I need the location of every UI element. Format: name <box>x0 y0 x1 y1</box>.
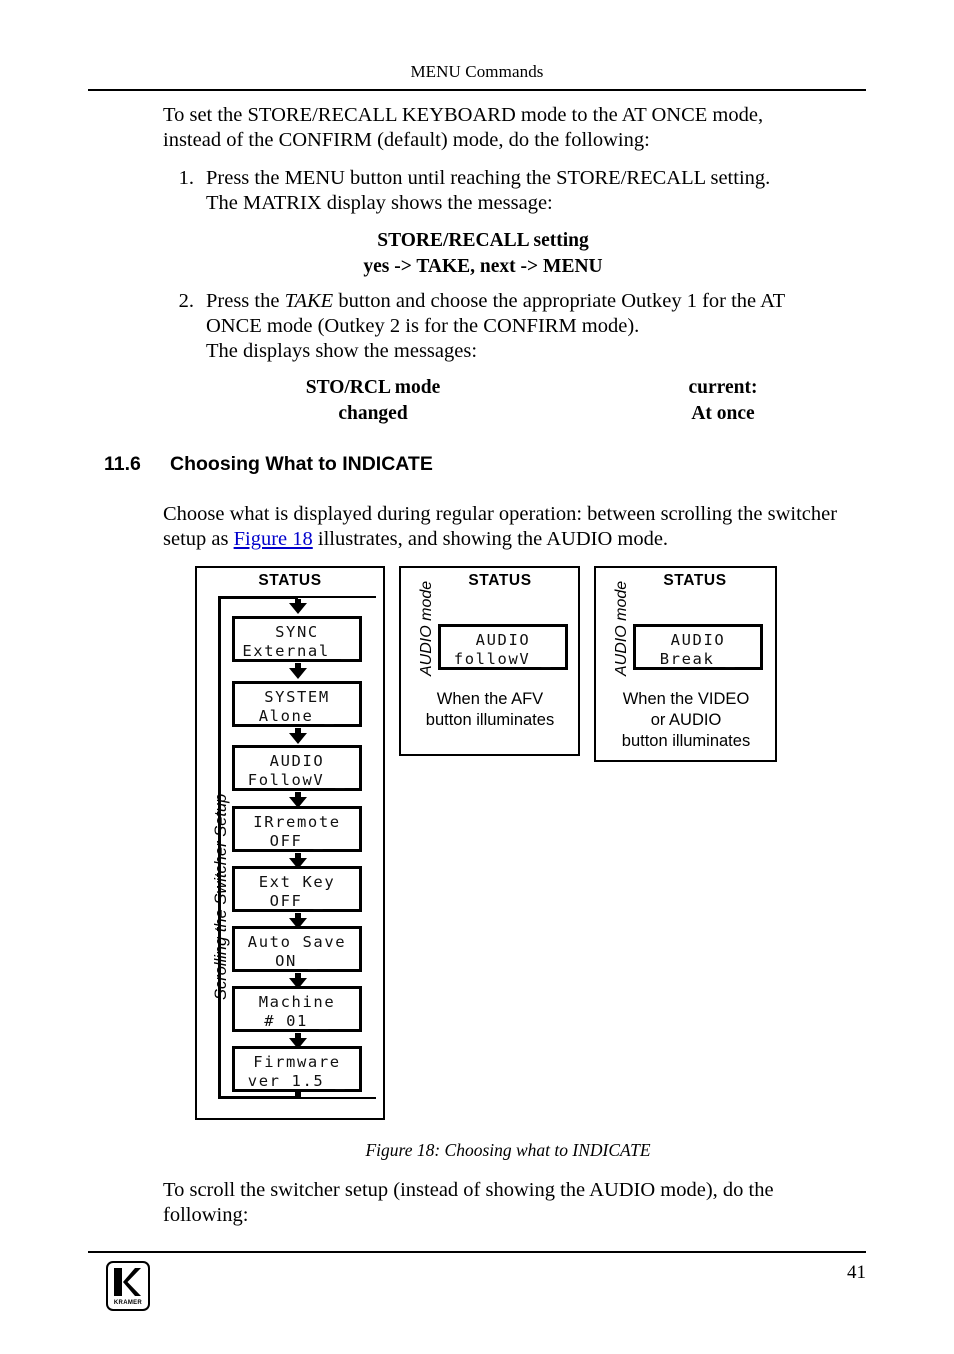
left-screen-6: Auto Save ON _ <box>232 926 362 972</box>
step-1-number: 1. <box>178 167 194 189</box>
section-heading: 11.6 Choosing What to INDICATE <box>104 453 433 476</box>
display-message-2-left: STO/RCL mode changed <box>163 375 583 427</box>
loop-top-segment <box>218 596 298 599</box>
left-screen-3: AUDIO FollowV _ <box>232 745 362 791</box>
closing-paragraph: To scroll the switcher setup (instead of… <box>163 1178 853 1228</box>
figure-left-panel <box>195 566 385 1120</box>
right-panel-caption: When the VIDEO or AUDIO button illuminat… <box>600 689 772 752</box>
figure-caption: Figure 18: Choosing what to INDICATE <box>365 1140 651 1160</box>
left-screen-5-line-2: OFF _ <box>269 892 325 910</box>
left-screen-7-line-2: # 01 _ <box>264 1012 330 1030</box>
figure-left-inner-frame <box>218 596 376 1099</box>
left-screen-2-line-1: SYSTEM <box>264 688 330 706</box>
step-2-line-1-pre: Press the <box>206 290 285 312</box>
left-screen-4-line-1: IRremote <box>253 813 341 831</box>
mid-panel-caption-line-2: button illuminates <box>425 711 555 729</box>
footer-divider <box>88 1251 866 1253</box>
closing-line-1: To scroll the switcher setup (instead of… <box>163 1179 774 1201</box>
section-title: Choosing What to INDICATE <box>170 453 433 475</box>
kramer-k-icon <box>114 1268 141 1296</box>
left-screen-1-line-2: External _ <box>242 642 352 660</box>
mid-panel-status-label: STATUS <box>468 572 532 589</box>
section-body-post: illustrates, and showing the AUDIO mode. <box>312 528 669 550</box>
mid-panel-caption-line-1: When the AFV <box>436 690 544 708</box>
closing-line-2: following: <box>163 1204 249 1226</box>
intro-line-2: instead of the CONFIRM (default) mode, d… <box>163 129 650 151</box>
left-screen-8: Firmware ver 1.5 _ <box>232 1046 362 1092</box>
display-message-1-line-2: yes -> TAKE, next -> MENU <box>363 256 603 277</box>
section-number: 11.6 <box>104 453 141 475</box>
left-screen-1-line-1: SYNC <box>275 623 319 641</box>
left-screen-2-line-2: Alone _ <box>258 707 336 725</box>
left-screen-2: SYSTEM Alone _ <box>232 681 362 727</box>
left-screen-1: SYNC External _ <box>232 616 362 662</box>
left-screen-3-line-1: AUDIO <box>269 752 325 770</box>
mid-panel-screen-line-1: AUDIO <box>475 631 531 649</box>
step-2-line-3: The displays show the messages: <box>206 340 478 362</box>
step-2-line-2: ONCE mode (Outkey 2 is for the CONFIRM m… <box>206 315 640 337</box>
step-2-emphasis: TAKE <box>284 290 334 312</box>
display-message-2-right-line-2: At once <box>691 403 755 424</box>
left-screen-3-line-2: FollowV _ <box>247 771 347 789</box>
right-panel-status-label: STATUS <box>663 572 727 589</box>
header-divider <box>88 89 866 91</box>
step-item-2: 2. Press the TAKE button and choose the … <box>166 289 856 364</box>
intro-line-1: To set the STORE/RECALL KEYBOARD mode to… <box>163 104 764 126</box>
display-message-2: STO/RCL mode changed current: At once <box>163 375 863 427</box>
page-header: MENU Commands <box>88 62 866 82</box>
right-panel-screen-line-1: AUDIO <box>670 631 726 649</box>
figure-right-panel <box>594 566 777 762</box>
right-panel-screen-line-2: Break _ <box>659 650 737 668</box>
right-panel-caption-line-2: or AUDIO <box>650 711 722 729</box>
section-body-paragraph: Choose what is displayed during regular … <box>163 502 853 552</box>
left-screen-4-line-2: OFF _ <box>269 832 325 850</box>
right-panel-caption-line-1: When the VIDEO <box>622 690 750 708</box>
page-number: 41 <box>847 1262 866 1283</box>
header-title: MENU Commands <box>410 62 544 81</box>
left-screen-5-line-1: Ext Key <box>258 873 336 891</box>
kramer-wordmark: KRAMER <box>113 1300 143 1306</box>
figure-mid-panel <box>399 566 580 756</box>
left-screen-6-line-2: ON _ <box>275 952 319 970</box>
left-screen-7: Machine # 01 _ <box>232 986 362 1032</box>
loop-bottom-segment <box>218 1096 298 1099</box>
mid-panel-side-label: AUDIO mode <box>418 580 435 676</box>
left-screen-6-line-1: Auto Save <box>247 933 347 951</box>
right-panel-side-label: AUDIO mode <box>613 580 630 676</box>
left-screen-7-line-1: Machine <box>258 993 336 1011</box>
left-screen-5: Ext Key OFF _ <box>232 866 362 912</box>
left-panel-status-label: STATUS <box>258 572 322 589</box>
left-screen-8-line-1: Firmware <box>253 1053 341 1071</box>
step-item-1: 1. Press the MENU button until reaching … <box>166 166 856 216</box>
intro-paragraph: To set the STORE/RECALL KEYBOARD mode to… <box>163 103 863 153</box>
display-message-2-right-line-1: current: <box>688 377 758 398</box>
step-2-number: 2. <box>178 290 194 312</box>
display-message-2-left-line-1: STO/RCL mode <box>305 377 441 398</box>
display-message-1-line-1: STORE/RECALL setting <box>377 230 589 251</box>
left-screen-8-line-2: ver 1.5 _ <box>247 1072 347 1090</box>
mid-panel-screen-line-2: followV _ <box>453 650 553 668</box>
loop-exit-stem <box>295 1078 301 1099</box>
left-panel-side-label: Scrolling the Switcher Setup <box>212 793 230 1000</box>
mid-panel-screen: AUDIO followV _ <box>438 624 568 670</box>
display-message-1: STORE/RECALL setting yes -> TAKE, next -… <box>163 228 803 280</box>
right-panel-caption-line-3: button illuminates <box>621 732 751 750</box>
loop-left-segment <box>218 596 221 1099</box>
mid-panel-caption: When the AFV button illuminates <box>405 689 575 731</box>
step-2-line-1-post: button and choose the appropriate Outkey… <box>333 290 786 312</box>
left-screen-4: IRremote OFF _ <box>232 806 362 852</box>
display-message-2-right: current: At once <box>583 375 863 427</box>
kramer-logo: KRAMER <box>106 1261 150 1311</box>
step-1-line-1: Press the MENU button until reaching the… <box>206 167 771 189</box>
right-panel-screen: AUDIO Break _ <box>633 624 763 670</box>
display-message-2-left-line-2: changed <box>338 403 408 424</box>
step-1-line-2: The MATRIX display shows the message: <box>206 192 553 214</box>
figure-18-link[interactable]: Figure 18 <box>234 528 313 550</box>
